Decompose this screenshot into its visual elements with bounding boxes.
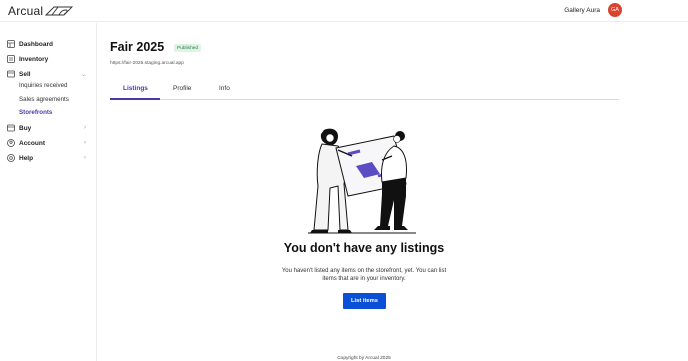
- chevron-right-icon: ›: [84, 155, 86, 161]
- sidebar-item-label: Inventory: [19, 55, 49, 63]
- sidebar-item-buy[interactable]: Buy ›: [0, 122, 96, 134]
- page-title: Fair 2025: [110, 40, 165, 54]
- active-tab-indicator: [110, 98, 160, 100]
- chevron-down-icon: ⌄: [80, 71, 86, 78]
- sidebar-item-label: Buy: [19, 124, 32, 132]
- sell-icon: [7, 70, 15, 78]
- sidebar: Dashboard Inventory Sell ⌄ Inquiries rec…: [0, 23, 97, 361]
- logo-text: Arcual: [8, 4, 44, 18]
- list-items-button[interactable]: List items: [343, 293, 386, 309]
- help-icon: [7, 154, 15, 162]
- tab-bar: Listings Profile Info: [110, 82, 619, 100]
- sidebar-item-label: Help: [19, 154, 34, 162]
- dashboard-icon: [7, 40, 15, 48]
- sidebar-item-label: Account: [19, 139, 45, 147]
- sidebar-item-sell[interactable]: Sell ⌄: [0, 68, 96, 80]
- main-content: Fair 2025 Published https://fair-2025.st…: [98, 23, 688, 361]
- sidebar-item-label: Dashboard: [19, 40, 53, 48]
- sidebar-item-dashboard[interactable]: Dashboard: [0, 38, 96, 50]
- sidebar-item-label: Sell: [19, 70, 31, 78]
- empty-state-description: You haven't listed any items on the stor…: [281, 268, 447, 282]
- storefront-url[interactable]: https://fair-2025.staging.arcual.app: [110, 61, 184, 66]
- chevron-right-icon: ›: [84, 140, 86, 146]
- sidebar-item-inquiries-received[interactable]: Inquiries received: [19, 82, 68, 89]
- tab-listings[interactable]: Listings: [123, 85, 148, 92]
- user-name: Gallery Aura: [564, 6, 600, 14]
- sidebar-item-inventory[interactable]: Inventory: [0, 53, 96, 65]
- buy-icon: [7, 124, 15, 132]
- avatar[interactable]: GA: [608, 3, 622, 17]
- chevron-right-icon: ›: [84, 125, 86, 131]
- arcual-logo[interactable]: Arcual: [8, 4, 74, 18]
- sidebar-item-storefronts[interactable]: Storefronts: [19, 109, 52, 116]
- empty-state-title: You don't have any listings: [283, 241, 445, 255]
- footer-copyright: Copyright by Arcual 2025: [337, 356, 391, 361]
- inventory-icon: [7, 55, 15, 63]
- sidebar-item-help[interactable]: Help ›: [0, 152, 96, 164]
- sidebar-item-sales-agreements[interactable]: Sales agreements: [19, 96, 69, 103]
- status-badge: Published: [174, 44, 202, 52]
- sidebar-item-account[interactable]: Account ›: [0, 137, 96, 149]
- top-bar: Arcual Gallery Aura GA: [0, 0, 688, 22]
- tab-info[interactable]: Info: [219, 85, 230, 92]
- logo-mark-icon: [45, 6, 74, 16]
- empty-state-illustration: [308, 128, 416, 234]
- user-menu[interactable]: Gallery Aura GA: [564, 3, 622, 17]
- tab-profile[interactable]: Profile: [173, 85, 191, 92]
- account-icon: [7, 139, 15, 147]
